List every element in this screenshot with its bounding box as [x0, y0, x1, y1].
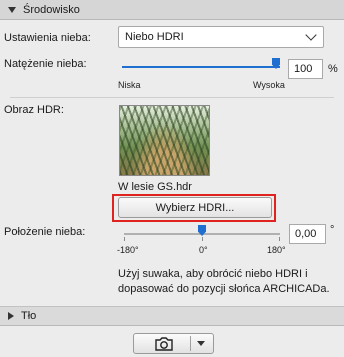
sky-intensity-value: 100	[294, 63, 313, 75]
sky-position-value: 0,00	[295, 228, 317, 240]
sky-intensity-unit: %	[328, 63, 338, 75]
tick-mark	[202, 237, 203, 241]
sky-position-tick-min: -180°	[117, 245, 139, 255]
environment-section-title: Środowisko	[23, 3, 80, 16]
background-section-title: Tło	[21, 310, 37, 322]
sky-intensity-label: Natężenie nieba:	[4, 58, 87, 70]
sky-position-unit: °	[330, 224, 335, 236]
sky-settings-value: Niebo HDRI	[125, 31, 184, 43]
hdr-preview-image	[119, 105, 210, 176]
tick-mark	[124, 237, 125, 241]
background-section-header[interactable]: Tło	[0, 306, 344, 326]
hint-text-line2: dopasować do pozycji słońca ARCHICADa.	[118, 283, 330, 295]
sky-position-label: Położenie nieba:	[4, 226, 86, 238]
choose-hdri-button-label: Wybierz HDRI...	[155, 201, 235, 214]
sky-position-tick-mid: 0°	[199, 245, 208, 255]
sky-settings-label: Ustawienia nieba:	[4, 32, 91, 44]
chevron-down-icon	[305, 29, 317, 41]
tick-mark	[279, 237, 280, 241]
hdr-filename: W lesie GS.hdr	[118, 181, 192, 193]
chevron-down-icon[interactable]	[197, 341, 205, 346]
divider	[10, 97, 334, 98]
collapse-triangle-icon[interactable]	[8, 6, 16, 13]
environment-section-header[interactable]: Środowisko	[0, 0, 344, 20]
sky-intensity-input[interactable]: 100	[288, 59, 323, 79]
camera-button-separator	[190, 336, 191, 351]
sky-position-input[interactable]: 0,00	[289, 224, 326, 244]
sky-intensity-fill	[122, 66, 280, 68]
hdr-image-label: Obraz HDR:	[4, 104, 64, 116]
camera-icon	[155, 337, 173, 351]
sky-position-tick-max: 180°	[267, 245, 286, 255]
expand-triangle-icon[interactable]	[8, 312, 14, 320]
sky-intensity-min-label: Niska	[118, 80, 141, 90]
choose-hdri-button[interactable]: Wybierz HDRI...	[118, 197, 272, 218]
sky-intensity-max-label: Wysoka	[253, 80, 285, 90]
sky-settings-select[interactable]: Niebo HDRI	[118, 26, 324, 48]
sky-intensity-track[interactable]	[122, 66, 280, 68]
hint-text-line1: Użyj suwaka, aby obrócić niebo HDRI i	[118, 268, 308, 280]
